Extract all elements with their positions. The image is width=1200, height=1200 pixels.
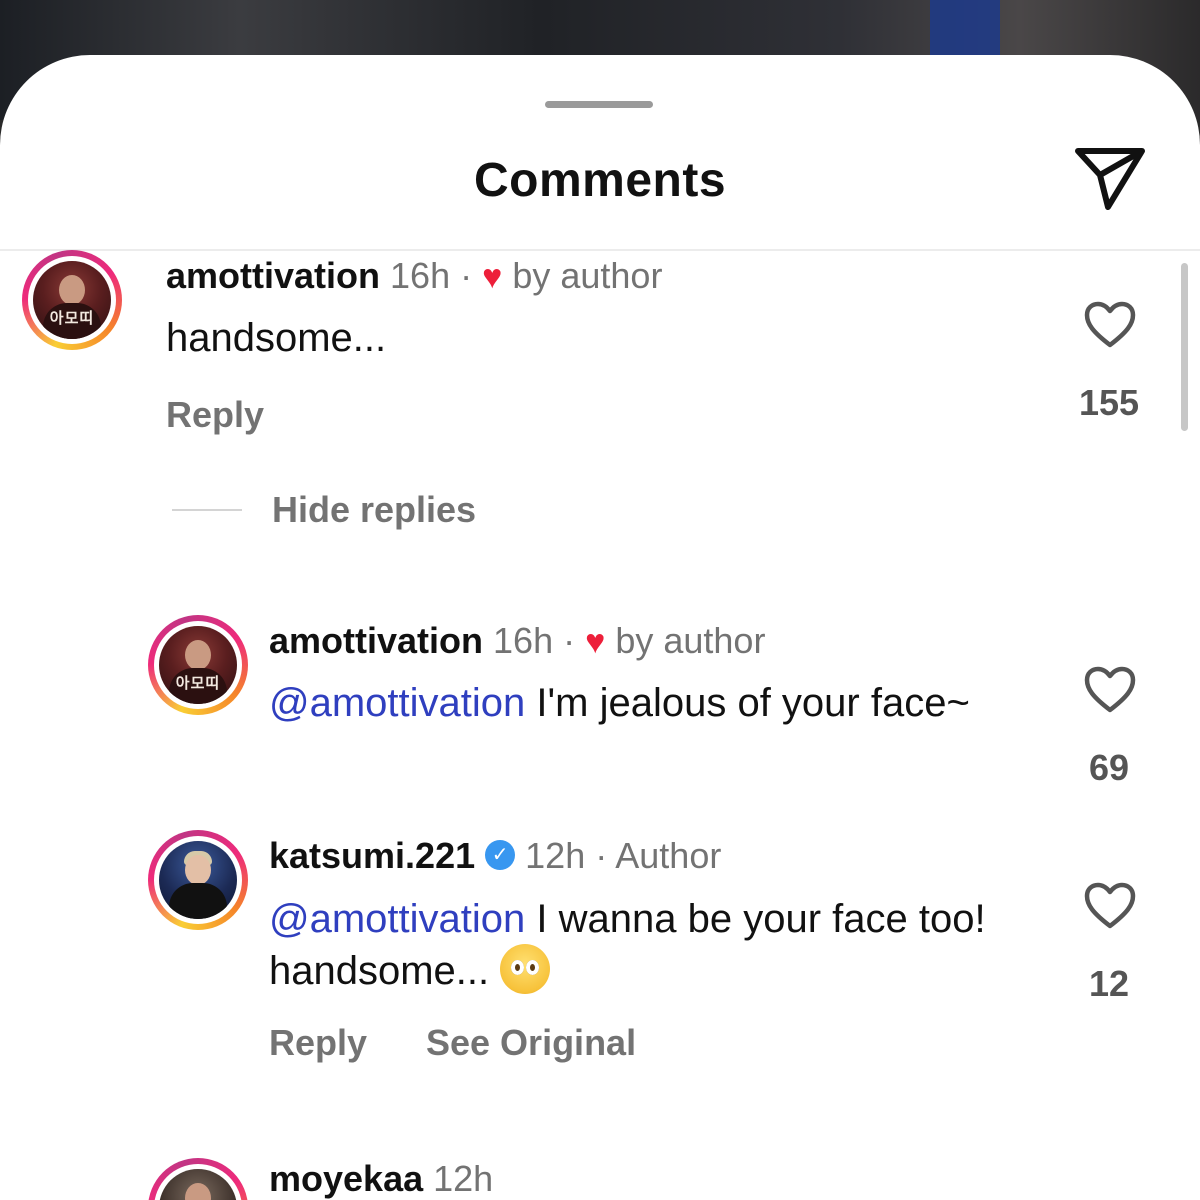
comment-username[interactable]: amottivation xyxy=(269,620,483,661)
comment-text: @amottivation I'm jealous of your face~ xyxy=(269,681,970,725)
avatar[interactable]: 아모띠 xyxy=(148,615,248,715)
reply-button[interactable]: Reply xyxy=(166,394,264,436)
page-title: Comments xyxy=(473,154,727,207)
avatar[interactable] xyxy=(148,1158,248,1200)
avatar-logo-text: 아모띠 xyxy=(175,675,221,692)
like-count: 155 xyxy=(1078,382,1140,423)
avatar[interactable]: 아모띠 xyxy=(22,250,122,350)
comment-username[interactable]: amottivation xyxy=(166,255,380,296)
reply-button[interactable]: Reply xyxy=(269,1022,367,1064)
comment-text: handsome... xyxy=(166,316,387,360)
comment-meta: moyekaa 12h xyxy=(269,1158,493,1200)
see-original-button[interactable]: See Original xyxy=(426,1022,636,1064)
heart-outline-icon[interactable] xyxy=(1083,300,1137,350)
heart-filled-icon: ♥ xyxy=(585,623,606,661)
comment-time: 16h xyxy=(390,255,451,296)
liked-by-author-label: by author xyxy=(615,620,766,661)
comment-meta: amottivation 16h · ♥ by author xyxy=(166,255,663,296)
mention-link[interactable]: @amottivation xyxy=(269,897,525,941)
paper-plane-icon[interactable] xyxy=(1070,143,1150,215)
hide-replies-button[interactable]: Hide replies xyxy=(272,489,476,531)
scrollbar[interactable] xyxy=(1181,263,1188,431)
verified-badge-icon: ✓ xyxy=(485,840,516,871)
like-count: 12 xyxy=(1088,963,1130,1004)
comment-meta: katsumi.221 ✓ 12h · Author xyxy=(269,835,722,876)
like-count: 69 xyxy=(1088,747,1130,788)
heart-outline-icon[interactable] xyxy=(1083,881,1137,931)
liked-by-author-label: by author xyxy=(512,255,663,296)
comment-username[interactable]: moyekaa xyxy=(269,1158,423,1199)
header-divider xyxy=(0,249,1200,251)
heart-outline-icon[interactable] xyxy=(1083,665,1137,715)
comment-time: 16h xyxy=(493,620,554,661)
comments-sheet: Comments 아모띠 amottivation 16h · ♥ by aut… xyxy=(0,55,1200,1200)
comment-username[interactable]: katsumi.221 xyxy=(269,835,475,876)
author-label: Author xyxy=(615,835,722,876)
pleading-face-emoji xyxy=(500,944,551,995)
thread-line xyxy=(172,509,242,511)
avatar-logo-text: 아모띠 xyxy=(49,310,95,327)
mention-link[interactable]: @amottivation xyxy=(269,681,525,725)
drag-handle[interactable] xyxy=(545,101,653,108)
avatar[interactable] xyxy=(148,830,248,930)
comment-text: @amottivation I wanna be your face too! … xyxy=(269,897,986,995)
comment-time: 12h xyxy=(525,835,586,876)
comment-meta: amottivation 16h · ♥ by author xyxy=(269,620,766,661)
heart-filled-icon: ♥ xyxy=(482,258,503,296)
comment-time: 12h xyxy=(433,1158,494,1199)
